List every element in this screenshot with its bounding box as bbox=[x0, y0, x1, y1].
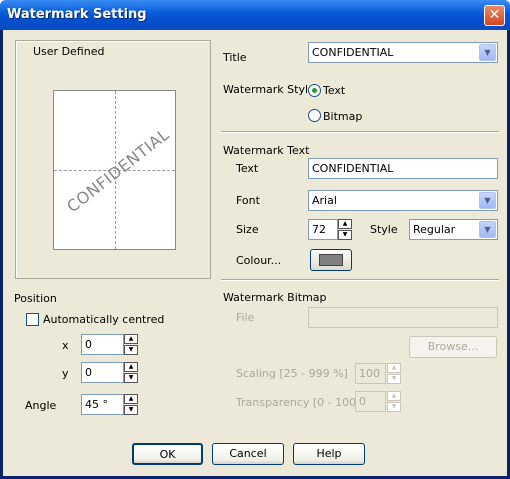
watermark-style-label: Watermark Style bbox=[223, 83, 315, 96]
x-value: 0 bbox=[85, 338, 92, 351]
browse-button[interactable]: Browse... bbox=[409, 336, 497, 358]
preview-label: User Defined bbox=[33, 45, 105, 58]
colour-button[interactable] bbox=[310, 249, 352, 271]
title-bar: Watermark Setting ✕ bbox=[0, 0, 510, 30]
size-value: 72 bbox=[312, 223, 326, 236]
font-select-value: Arial bbox=[312, 194, 337, 207]
size-label: Size bbox=[236, 223, 259, 236]
dialog-client: User Defined CONFIDENTIAL Title CONFIDEN… bbox=[3, 30, 507, 476]
spin-up-icon[interactable]: ▲ bbox=[124, 362, 138, 372]
spin-up-icon[interactable]: ▲ bbox=[387, 363, 401, 373]
file-label: File bbox=[236, 311, 255, 324]
chevron-down-icon[interactable]: ▼ bbox=[479, 44, 496, 61]
style-label: Style bbox=[370, 223, 398, 236]
style-select-value: Regular bbox=[413, 223, 456, 236]
watermark-text-section-label: Watermark Text bbox=[223, 144, 310, 157]
help-button[interactable]: Help bbox=[293, 443, 365, 465]
window-title: Watermark Setting bbox=[7, 7, 147, 22]
x-input[interactable]: 0 bbox=[81, 334, 124, 355]
dialog-window: Watermark Setting ✕ User Defined CONFIDE… bbox=[0, 0, 510, 479]
spin-down-icon[interactable]: ▼ bbox=[387, 402, 401, 412]
spin-up-icon[interactable]: ▲ bbox=[338, 219, 352, 229]
scaling-spinner[interactable]: ▲ ▼ bbox=[387, 363, 401, 384]
spin-down-icon[interactable]: ▼ bbox=[387, 374, 401, 384]
auto-centred-label[interactable]: Automatically centred bbox=[43, 313, 164, 326]
chevron-down-icon[interactable]: ▼ bbox=[479, 221, 496, 238]
colour-label: Colour... bbox=[236, 254, 282, 267]
separator-top bbox=[221, 131, 499, 133]
watermark-bitmap-section-label: Watermark Bitmap bbox=[223, 291, 327, 304]
y-label: y bbox=[62, 367, 69, 380]
y-value: 0 bbox=[85, 366, 92, 379]
title-select-value: CONFIDENTIAL bbox=[312, 46, 394, 59]
style-select[interactable]: Regular ▼ bbox=[409, 219, 498, 240]
chevron-down-icon[interactable]: ▼ bbox=[479, 192, 496, 209]
spin-down-icon[interactable]: ▼ bbox=[338, 230, 352, 240]
radio-text-label[interactable]: Text bbox=[323, 84, 345, 97]
angle-spinner[interactable]: ▲ ▼ bbox=[124, 394, 138, 415]
transparency-label: Transparency [0 - 100 %] bbox=[236, 396, 375, 409]
angle-input[interactable]: 45 ° bbox=[81, 394, 124, 415]
y-input[interactable]: 0 bbox=[81, 362, 124, 383]
scaling-value: 100 bbox=[359, 367, 380, 380]
spin-down-icon[interactable]: ▼ bbox=[124, 405, 138, 415]
title-label: Title bbox=[223, 51, 247, 64]
ok-button[interactable]: OK bbox=[132, 443, 203, 465]
colour-swatch bbox=[319, 254, 343, 266]
spin-up-icon[interactable]: ▲ bbox=[124, 394, 138, 404]
radio-bitmap-label[interactable]: Bitmap bbox=[323, 110, 362, 123]
size-input[interactable]: 72 bbox=[308, 219, 338, 240]
size-spinner[interactable]: ▲ ▼ bbox=[338, 219, 352, 240]
spin-up-icon[interactable]: ▲ bbox=[124, 334, 138, 344]
radio-bitmap[interactable] bbox=[308, 109, 321, 122]
font-select[interactable]: Arial ▼ bbox=[308, 190, 498, 211]
spin-down-icon[interactable]: ▼ bbox=[124, 345, 138, 355]
title-select[interactable]: CONFIDENTIAL ▼ bbox=[308, 42, 498, 63]
font-label: Font bbox=[236, 194, 260, 207]
scaling-label: Scaling [25 - 999 %] bbox=[236, 367, 348, 380]
spin-down-icon[interactable]: ▼ bbox=[124, 373, 138, 383]
x-label: x bbox=[62, 339, 69, 352]
position-label: Position bbox=[14, 292, 57, 305]
spin-up-icon[interactable]: ▲ bbox=[387, 391, 401, 401]
x-spinner[interactable]: ▲ ▼ bbox=[124, 334, 138, 355]
scaling-input[interactable]: 100 bbox=[355, 363, 386, 384]
preview-panel: User Defined CONFIDENTIAL bbox=[15, 40, 211, 279]
watermark-text-value: CONFIDENTIAL bbox=[312, 162, 394, 175]
cancel-button[interactable]: Cancel bbox=[212, 443, 284, 465]
auto-centred-checkbox[interactable] bbox=[26, 313, 39, 326]
text-label: Text bbox=[236, 162, 259, 175]
angle-label: Angle bbox=[25, 399, 57, 412]
transparency-value: 0 bbox=[359, 395, 366, 408]
close-icon[interactable]: ✕ bbox=[484, 5, 505, 26]
transparency-spinner[interactable]: ▲ ▼ bbox=[387, 391, 401, 412]
y-spinner[interactable]: ▲ ▼ bbox=[124, 362, 138, 383]
separator-bottom bbox=[221, 279, 499, 281]
angle-value: 45 ° bbox=[85, 398, 108, 411]
watermark-text-input[interactable]: CONFIDENTIAL bbox=[308, 158, 498, 179]
transparency-input[interactable]: 0 bbox=[355, 391, 386, 412]
preview-page: CONFIDENTIAL bbox=[53, 90, 176, 250]
radio-selected-dot bbox=[312, 88, 317, 93]
file-input[interactable] bbox=[308, 307, 498, 328]
radio-text[interactable] bbox=[308, 84, 321, 97]
